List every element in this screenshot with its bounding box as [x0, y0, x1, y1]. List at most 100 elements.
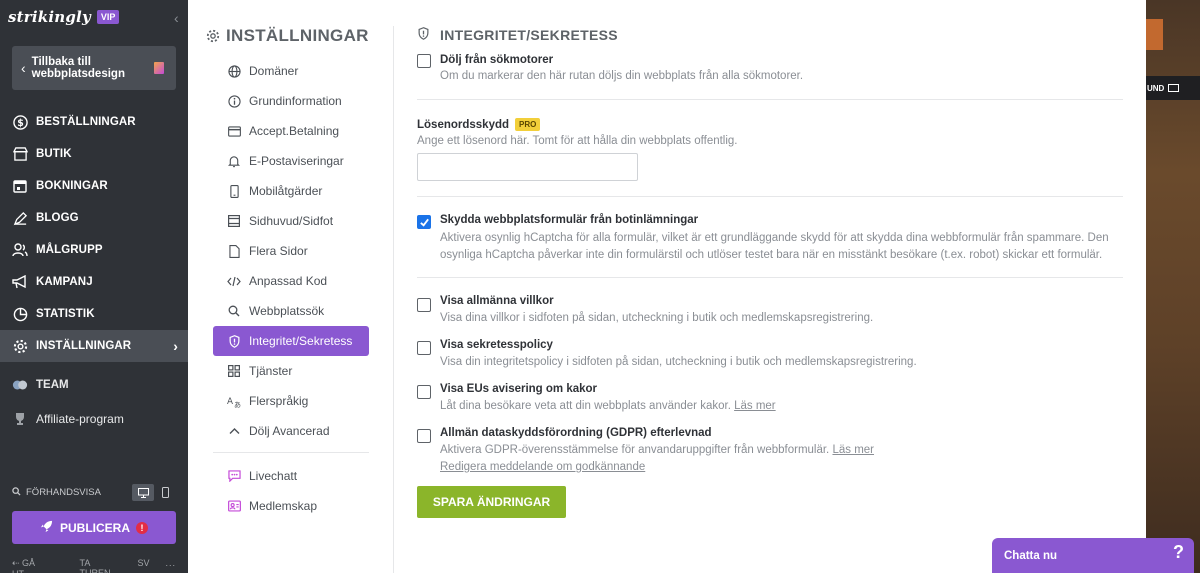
sidebar-item-affiliate[interactable]: Affiliate-program — [0, 402, 188, 436]
svg-text:A: A — [227, 397, 233, 407]
logout-link[interactable]: ⇠ GÅ UT — [12, 558, 63, 573]
pro-badge: PRO — [515, 118, 541, 131]
code-icon — [227, 274, 241, 288]
settings-item-multiple-pages[interactable]: Flera Sidor — [213, 236, 369, 266]
sidebar-item-label: BESTÄLLNINGAR — [36, 116, 136, 128]
settings-item-privacy[interactable]: Integritet/Sekretess — [213, 326, 369, 356]
settings-item-live-chat[interactable]: Livechatt — [213, 461, 369, 491]
sidebar-item-label: BOKNINGAR — [36, 180, 108, 192]
password-title: Lösenordsskydd PRO — [417, 118, 541, 131]
vip-badge: VIP — [96, 10, 120, 24]
settings-item-custom-code[interactable]: Anpassad Kod — [213, 266, 369, 296]
help-icon[interactable]: ? — [1173, 542, 1184, 563]
grid-icon — [227, 364, 241, 378]
settings-title: INSTÄLLNINGAR — [206, 26, 369, 46]
preview-row: FÖRHANDSVISA — [12, 484, 176, 501]
cookie-read-more-link[interactable]: Läs mer — [734, 400, 776, 412]
edit-consent-message-link[interactable]: Redigera meddelande om godkännande — [440, 461, 645, 473]
password-input[interactable] — [417, 153, 638, 181]
chat-label: Chatta nu — [1004, 549, 1058, 562]
pen-icon — [12, 210, 28, 226]
mobile-icon — [227, 184, 241, 198]
sidebar-item-label: STATISTIK — [36, 308, 95, 320]
gdpr-checkbox[interactable] — [417, 429, 431, 443]
strikingly-logo[interactable]: strikingly — [8, 8, 91, 26]
divider — [417, 277, 1123, 278]
team-icon — [12, 377, 28, 393]
cookie-notice-checkbox[interactable] — [417, 385, 431, 399]
publish-button[interactable]: PUBLICERA ! — [12, 511, 176, 544]
terms-checkbox[interactable] — [417, 298, 431, 312]
settings-item-hide-advanced[interactable]: Dölj Avancerad — [213, 416, 369, 446]
save-changes-button[interactable]: SPARA ÄNDRINGAR — [417, 486, 566, 518]
bot-protection-desc-1: Aktivera osynlig hCaptcha för alla formu… — [440, 232, 1109, 244]
collapse-sidebar-icon[interactable]: ‹ — [174, 10, 179, 26]
background-toolbar[interactable]: UND — [1146, 76, 1200, 100]
settings-item-services[interactable]: Tjänster — [213, 356, 369, 386]
shop-icon — [12, 146, 28, 162]
settings-item-membership[interactable]: Medlemskap — [213, 491, 369, 521]
shield-icon — [418, 27, 429, 43]
rocket-icon — [40, 520, 53, 536]
membership-icon — [227, 499, 241, 513]
settings-nav-divider — [213, 452, 369, 453]
chevron-up-icon — [227, 424, 241, 438]
page-icon — [227, 244, 241, 258]
svg-text:あ: あ — [234, 400, 241, 407]
site-preview-background: UND — [1146, 0, 1200, 573]
warning-icon: ! — [136, 521, 148, 534]
preview-label[interactable]: FÖRHANDSVISA — [26, 487, 101, 498]
more-icon[interactable]: ... — [165, 558, 176, 573]
sidebar-item-bookings[interactable]: BOKNINGAR — [0, 170, 188, 202]
hide-search-checkbox[interactable] — [417, 54, 431, 68]
sidebar-footer: ⇠ GÅ UT TA TUREN SV ... — [12, 558, 182, 573]
sidebar-item-audience[interactable]: MÅLGRUPP — [0, 234, 188, 266]
sidebar-item-settings[interactable]: INSTÄLLNINGAR › — [0, 330, 188, 362]
gdpr-read-more-link[interactable]: Läs mer — [832, 444, 874, 456]
cookie-notice-desc: Låt dina besökare veta att din webbplats… — [440, 400, 776, 412]
sidebar-item-label: INSTÄLLNINGAR — [36, 340, 132, 352]
privacy-policy-checkbox[interactable] — [417, 341, 431, 355]
translate-icon: Aあ — [227, 394, 241, 408]
chat-widget[interactable]: Chatta nu ? — [992, 538, 1194, 573]
svg-text:$: $ — [17, 117, 24, 128]
sidebar-item-orders[interactable]: $ BESTÄLLNINGAR — [0, 106, 188, 138]
settings-item-site-search[interactable]: Webbplatssök — [213, 296, 369, 326]
search-icon — [12, 486, 21, 499]
chat-icon — [227, 469, 241, 483]
back-to-design-button[interactable]: ‹ Tillbaka till webbplatsdesign — [12, 46, 176, 90]
sidebar-item-blog[interactable]: BLOGG — [0, 202, 188, 234]
gdpr-edit-row: Redigera meddelande om godkännande — [440, 458, 645, 476]
tour-link[interactable]: TA TUREN — [79, 558, 121, 573]
sidebar-item-statistics[interactable]: STATISTIK — [0, 298, 188, 330]
settings-item-email-notifications[interactable]: E-Postaviseringar — [213, 146, 369, 176]
terms-desc: Visa dina villkor i sidfoten på sidan, u… — [440, 312, 874, 324]
gear-icon — [12, 338, 28, 354]
terms-title: Visa allmänna villkor — [440, 295, 554, 307]
divider — [417, 196, 1123, 197]
settings-item-multilingual[interactable]: Aあ Flerspråkig — [213, 386, 369, 416]
sidebar-item-label: BLOGG — [36, 212, 79, 224]
chevron-left-icon: ‹ — [21, 60, 26, 76]
calendar-icon — [12, 178, 28, 194]
image-icon — [1168, 84, 1180, 92]
preview-button-fragment — [1146, 19, 1163, 50]
search-icon — [227, 304, 241, 318]
desktop-icon[interactable] — [132, 484, 154, 501]
globe-icon — [227, 64, 241, 78]
sidebar-item-shop[interactable]: BUTIK — [0, 138, 188, 170]
layout-icon — [227, 214, 241, 228]
mobile-icon[interactable] — [154, 484, 176, 501]
sidebar-item-campaign[interactable]: KAMPANJ — [0, 266, 188, 298]
settings-item-domains[interactable]: Domäner — [213, 56, 369, 86]
settings-item-basic-info[interactable]: Grundinformation — [213, 86, 369, 116]
settings-item-mobile-actions[interactable]: Mobilåtgärder — [213, 176, 369, 206]
sidebar-item-label: TEAM — [36, 379, 69, 391]
language-link[interactable]: SV — [137, 558, 149, 573]
bell-icon — [227, 154, 241, 168]
sidebar-item-team[interactable]: TEAM — [0, 368, 188, 402]
settings-item-header-footer[interactable]: Sidhuvud/Sidfot — [213, 206, 369, 236]
bot-protection-checkbox[interactable] — [417, 215, 431, 229]
settings-item-payments[interactable]: Accept.Betalning — [213, 116, 369, 146]
page-title: INTEGRITET/SEKRETESS — [418, 27, 618, 43]
